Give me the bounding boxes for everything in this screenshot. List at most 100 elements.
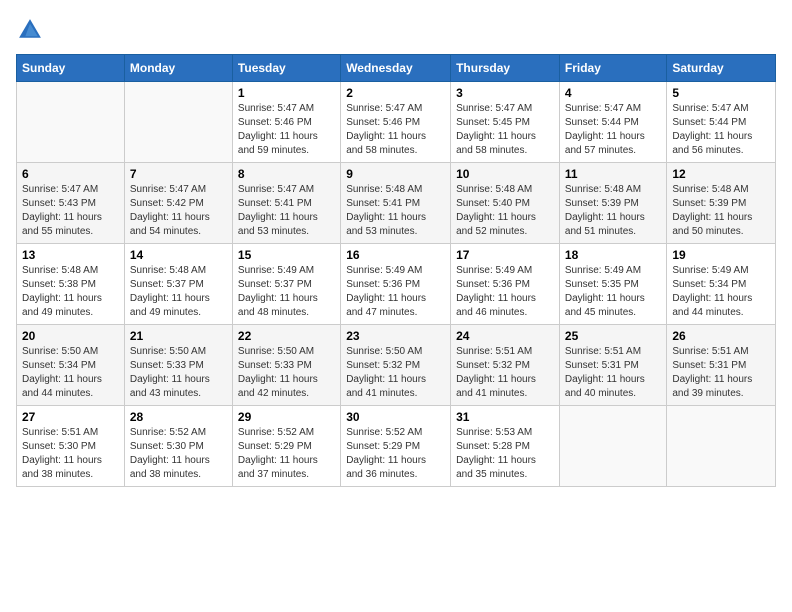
calendar-cell xyxy=(124,82,232,163)
day-info: Sunrise: 5:49 AMSunset: 5:37 PMDaylight:… xyxy=(238,264,335,320)
day-number: 23 xyxy=(346,329,445,343)
day-info: Sunrise: 5:49 AMSunset: 5:36 PMDaylight:… xyxy=(456,264,554,320)
day-info: Sunrise: 5:49 AMSunset: 5:35 PMDaylight:… xyxy=(565,264,661,320)
day-number: 30 xyxy=(346,410,445,424)
day-number: 25 xyxy=(565,329,661,343)
day-info: Sunrise: 5:47 AMSunset: 5:45 PMDaylight:… xyxy=(456,102,554,158)
day-number: 24 xyxy=(456,329,554,343)
weekday-tuesday: Tuesday xyxy=(232,55,340,82)
day-info: Sunrise: 5:48 AMSunset: 5:39 PMDaylight:… xyxy=(565,183,661,239)
day-number: 17 xyxy=(456,248,554,262)
day-number: 15 xyxy=(238,248,335,262)
day-info: Sunrise: 5:48 AMSunset: 5:37 PMDaylight:… xyxy=(130,264,227,320)
day-info: Sunrise: 5:52 AMSunset: 5:29 PMDaylight:… xyxy=(238,426,335,482)
calendar-header: SundayMondayTuesdayWednesdayThursdayFrid… xyxy=(17,55,776,82)
day-number: 31 xyxy=(456,410,554,424)
calendar-cell: 7 Sunrise: 5:47 AMSunset: 5:42 PMDaylight… xyxy=(124,163,232,244)
day-number: 27 xyxy=(22,410,119,424)
day-info: Sunrise: 5:52 AMSunset: 5:29 PMDaylight:… xyxy=(346,426,445,482)
day-info: Sunrise: 5:51 AMSunset: 5:31 PMDaylight:… xyxy=(565,345,661,401)
calendar-week-3: 13 Sunrise: 5:48 AMSunset: 5:38 PMDayligh… xyxy=(17,244,776,325)
day-number: 5 xyxy=(672,86,770,100)
calendar-cell: 3Sunrise: 5:47 AMSunset: 5:45 PMDaylight… xyxy=(451,82,560,163)
calendar-cell xyxy=(559,406,666,487)
calendar-cell: 8 Sunrise: 5:47 AMSunset: 5:41 PMDaylight… xyxy=(232,163,340,244)
calendar-table: SundayMondayTuesdayWednesdayThursdayFrid… xyxy=(16,54,776,487)
calendar-cell: 18 Sunrise: 5:49 AMSunset: 5:35 PMDayligh… xyxy=(559,244,666,325)
day-number: 20 xyxy=(22,329,119,343)
calendar-cell: 29 Sunrise: 5:52 AMSunset: 5:29 PMDayligh… xyxy=(232,406,340,487)
day-info: Sunrise: 5:50 AMSunset: 5:32 PMDaylight:… xyxy=(346,345,445,401)
logo xyxy=(16,16,48,44)
day-number: 7 xyxy=(130,167,227,181)
calendar-cell: 16Sunrise: 5:49 AMSunset: 5:36 PMDayligh… xyxy=(341,244,451,325)
logo-icon xyxy=(16,16,44,44)
calendar-cell: 6 Sunrise: 5:47 AMSunset: 5:43 PMDaylight… xyxy=(17,163,125,244)
day-info: Sunrise: 5:47 AMSunset: 5:46 PMDaylight:… xyxy=(346,102,445,158)
calendar-cell: 11Sunrise: 5:48 AMSunset: 5:39 PMDayligh… xyxy=(559,163,666,244)
page-header xyxy=(16,16,776,44)
calendar-week-1: 1 Sunrise: 5:47 AMSunset: 5:46 PMDaylight… xyxy=(17,82,776,163)
weekday-thursday: Thursday xyxy=(451,55,560,82)
day-number: 28 xyxy=(130,410,227,424)
weekday-friday: Friday xyxy=(559,55,666,82)
calendar-week-2: 6 Sunrise: 5:47 AMSunset: 5:43 PMDaylight… xyxy=(17,163,776,244)
calendar-cell xyxy=(17,82,125,163)
weekday-wednesday: Wednesday xyxy=(341,55,451,82)
calendar-cell: 2 Sunrise: 5:47 AMSunset: 5:46 PMDaylight… xyxy=(341,82,451,163)
weekday-sunday: Sunday xyxy=(17,55,125,82)
day-number: 21 xyxy=(130,329,227,343)
calendar-cell: 14 Sunrise: 5:48 AMSunset: 5:37 PMDayligh… xyxy=(124,244,232,325)
day-number: 22 xyxy=(238,329,335,343)
day-info: Sunrise: 5:52 AMSunset: 5:30 PMDaylight:… xyxy=(130,426,227,482)
calendar-cell: 4 Sunrise: 5:47 AMSunset: 5:44 PMDaylight… xyxy=(559,82,666,163)
calendar-cell: 24 Sunrise: 5:51 AMSunset: 5:32 PMDayligh… xyxy=(451,325,560,406)
calendar-cell: 19Sunrise: 5:49 AMSunset: 5:34 PMDayligh… xyxy=(667,244,776,325)
calendar-cell: 22 Sunrise: 5:50 AMSunset: 5:33 PMDayligh… xyxy=(232,325,340,406)
day-number: 29 xyxy=(238,410,335,424)
day-number: 1 xyxy=(238,86,335,100)
day-info: Sunrise: 5:50 AMSunset: 5:33 PMDaylight:… xyxy=(238,345,335,401)
day-number: 8 xyxy=(238,167,335,181)
day-number: 26 xyxy=(672,329,770,343)
calendar-cell: 23 Sunrise: 5:50 AMSunset: 5:32 PMDayligh… xyxy=(341,325,451,406)
day-info: Sunrise: 5:53 AMSunset: 5:28 PMDaylight:… xyxy=(456,426,554,482)
calendar-cell: 13 Sunrise: 5:48 AMSunset: 5:38 PMDayligh… xyxy=(17,244,125,325)
calendar-cell: 5 Sunrise: 5:47 AMSunset: 5:44 PMDaylight… xyxy=(667,82,776,163)
day-info: Sunrise: 5:47 AMSunset: 5:43 PMDaylight:… xyxy=(22,183,119,239)
weekday-saturday: Saturday xyxy=(667,55,776,82)
calendar-cell: 27 Sunrise: 5:51 AMSunset: 5:30 PMDayligh… xyxy=(17,406,125,487)
calendar-cell: 26 Sunrise: 5:51 AMSunset: 5:31 PMDayligh… xyxy=(667,325,776,406)
calendar-cell: 15 Sunrise: 5:49 AMSunset: 5:37 PMDayligh… xyxy=(232,244,340,325)
calendar-cell: 20Sunrise: 5:50 AMSunset: 5:34 PMDayligh… xyxy=(17,325,125,406)
calendar-cell: 30 Sunrise: 5:52 AMSunset: 5:29 PMDayligh… xyxy=(341,406,451,487)
day-number: 14 xyxy=(130,248,227,262)
day-info: Sunrise: 5:48 AMSunset: 5:39 PMDaylight:… xyxy=(672,183,770,239)
calendar-cell: 31 Sunrise: 5:53 AMSunset: 5:28 PMDayligh… xyxy=(451,406,560,487)
day-info: Sunrise: 5:47 AMSunset: 5:41 PMDaylight:… xyxy=(238,183,335,239)
day-number: 6 xyxy=(22,167,119,181)
day-info: Sunrise: 5:51 AMSunset: 5:31 PMDaylight:… xyxy=(672,345,770,401)
calendar-week-5: 27 Sunrise: 5:51 AMSunset: 5:30 PMDayligh… xyxy=(17,406,776,487)
day-info: Sunrise: 5:48 AMSunset: 5:38 PMDaylight:… xyxy=(22,264,119,320)
day-number: 16 xyxy=(346,248,445,262)
calendar-cell: 10Sunrise: 5:48 AMSunset: 5:40 PMDayligh… xyxy=(451,163,560,244)
day-number: 13 xyxy=(22,248,119,262)
day-info: Sunrise: 5:48 AMSunset: 5:40 PMDaylight:… xyxy=(456,183,554,239)
day-number: 19 xyxy=(672,248,770,262)
day-number: 4 xyxy=(565,86,661,100)
day-info: Sunrise: 5:47 AMSunset: 5:44 PMDaylight:… xyxy=(672,102,770,158)
day-info: Sunrise: 5:48 AMSunset: 5:41 PMDaylight:… xyxy=(346,183,445,239)
calendar-cell: 1Sunrise: 5:47 AMSunset: 5:46 PMDaylight… xyxy=(232,82,340,163)
weekday-header-row: SundayMondayTuesdayWednesdayThursdayFrid… xyxy=(17,55,776,82)
calendar-cell: 25 Sunrise: 5:51 AMSunset: 5:31 PMDayligh… xyxy=(559,325,666,406)
day-info: Sunrise: 5:51 AMSunset: 5:30 PMDaylight:… xyxy=(22,426,119,482)
day-info: Sunrise: 5:51 AMSunset: 5:32 PMDaylight:… xyxy=(456,345,554,401)
day-info: Sunrise: 5:47 AMSunset: 5:42 PMDaylight:… xyxy=(130,183,227,239)
calendar-body: 1 Sunrise: 5:47 AMSunset: 5:46 PMDaylight… xyxy=(17,82,776,487)
day-number: 2 xyxy=(346,86,445,100)
weekday-monday: Monday xyxy=(124,55,232,82)
day-number: 18 xyxy=(565,248,661,262)
day-info: Sunrise: 5:47 AMSunset: 5:44 PMDaylight:… xyxy=(565,102,661,158)
calendar-cell: 28 Sunrise: 5:52 AMSunset: 5:30 PMDayligh… xyxy=(124,406,232,487)
